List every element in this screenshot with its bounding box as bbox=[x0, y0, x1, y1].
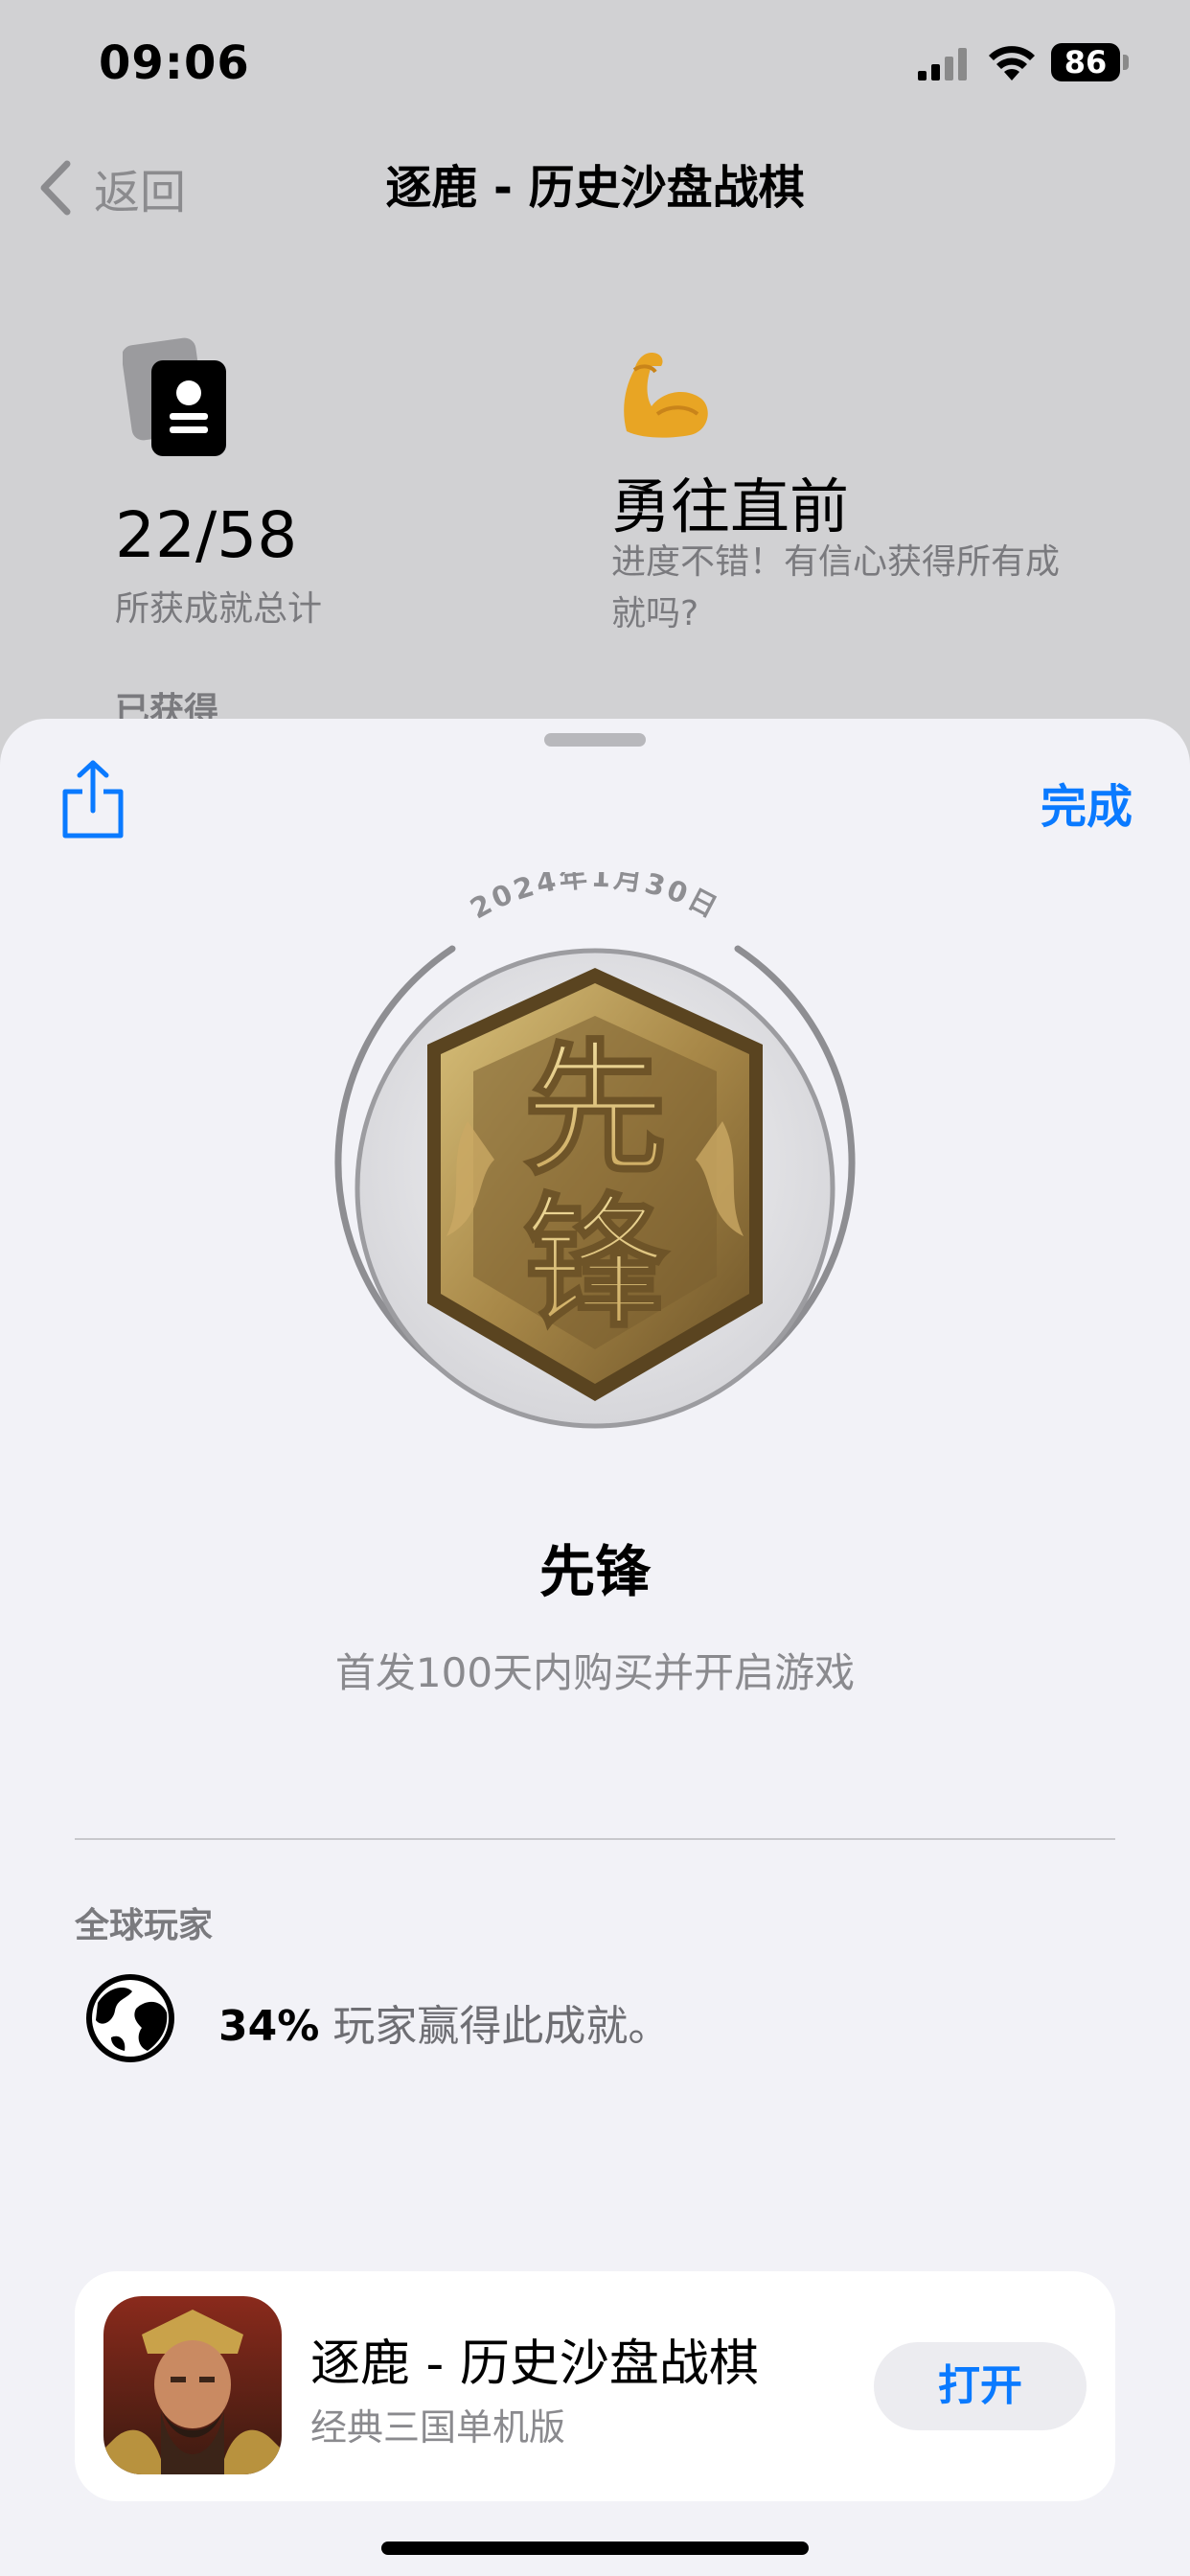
app-icon[interactable] bbox=[103, 2296, 282, 2474]
achievement-sheet: 完成 2024年1月30日 先 锋 先锋 首发100天内购买并开启游戏 全球玩家… bbox=[0, 719, 1190, 2576]
share-icon[interactable] bbox=[59, 759, 126, 840]
global-stat-text: 玩家赢得此成就。 bbox=[332, 2002, 671, 2051]
status-bar: 09:06 86 bbox=[0, 0, 1190, 129]
globe-icon bbox=[86, 1974, 174, 2062]
rank-description: 进度不错！有信心获得所有成就吗? bbox=[611, 542, 1061, 633]
rank-title: 勇往直前 bbox=[611, 472, 850, 541]
global-players-label: 全球玩家 bbox=[75, 1906, 214, 1945]
app-name: 逐鹿 - 历史沙盘战棋 bbox=[310, 2335, 759, 2393]
signal-icon bbox=[918, 48, 967, 80]
app-subtitle: 经典三国单机版 bbox=[310, 2406, 566, 2449]
done-button[interactable]: 完成 bbox=[1041, 769, 1133, 836]
battery-level: 86 bbox=[1064, 44, 1108, 80]
badge-character-2: 锋 bbox=[523, 1179, 669, 1347]
achievement-title: 先锋 bbox=[538, 1539, 651, 1604]
achievement-count-label: 所获成就总计 bbox=[115, 589, 323, 629]
sheet-grabber[interactable] bbox=[544, 733, 646, 747]
status-time: 09:06 bbox=[99, 36, 250, 90]
badge-date: 2024年1月30日 bbox=[465, 872, 724, 926]
achievement-description: 首发100天内购买并开启游戏 bbox=[334, 1649, 856, 1696]
wifi-icon bbox=[989, 46, 1035, 80]
global-percent: 34% bbox=[218, 2002, 320, 2051]
achievement-badge: 2024年1月30日 先 锋 bbox=[303, 861, 887, 1447]
home-indicator[interactable] bbox=[381, 2542, 809, 2555]
battery-icon: 86 bbox=[1051, 43, 1130, 81]
app-card[interactable]: 逐鹿 - 历史沙盘战棋 经典三国单机版 打开 bbox=[75, 2271, 1115, 2501]
flexed-biceps-icon bbox=[624, 353, 708, 438]
achievement-cards-icon bbox=[123, 337, 226, 456]
background-page: 09:06 86 返回 逐鹿 - 历史沙盘战棋 22/58 所获成就总计 勇往直… bbox=[0, 0, 1190, 767]
global-stat: 34% 玩家赢得此成就。 bbox=[218, 1991, 670, 2053]
open-app-button[interactable]: 打开 bbox=[874, 2342, 1087, 2430]
page-title: 逐鹿 - 历史沙盘战棋 bbox=[385, 161, 805, 215]
achievement-count: 22/58 bbox=[115, 498, 298, 572]
divider bbox=[75, 1838, 1115, 1840]
badge-character-1: 先 bbox=[523, 1025, 667, 1194]
